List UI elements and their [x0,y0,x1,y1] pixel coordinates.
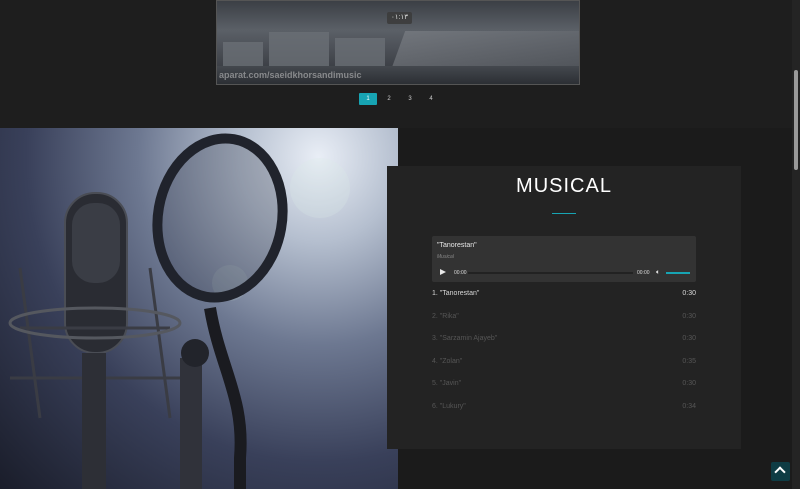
title-underline [552,213,576,214]
page-button-3[interactable]: 3 [401,93,419,105]
track-list: 1. "Tanorestan" 0:30 2. "Rika" 0:30 3. "… [432,287,696,422]
track-name: 4. "Zolan" [432,357,463,365]
page-button-4[interactable]: 4 [422,93,440,105]
track-item[interactable]: 6. "Lukury" 0:34 [432,400,696,423]
page: aparat.com/saeidkhorsandimusic ۰۱:۱۳ 1 2… [0,0,800,489]
track-name: 5. "Javin" [432,380,462,387]
page-button-1[interactable]: 1 [359,93,377,105]
track-item[interactable]: 1. "Tanorestan" 0:30 [432,287,696,310]
play-icon[interactable] [440,269,446,275]
scrollbar-thumb[interactable] [794,70,798,170]
volume-slider[interactable] [666,272,690,274]
track-name: 2. "Rika" [432,312,459,320]
track-duration: 0:34 [682,402,696,410]
volume-icon[interactable]: 🔈︎ [656,269,660,277]
track-item[interactable]: 2. "Rika" 0:30 [432,310,696,333]
track-item[interactable]: 4. "Zolan" 0:35 [432,355,696,378]
video-duration-badge: ۰۱:۱۳ [387,12,412,24]
microphone-photo [0,128,398,489]
audio-player: "Tanorestan" Musical 00:00 00:00 🔈︎ [432,236,696,282]
section-title: MUSICAL [516,175,612,197]
back-to-top-button[interactable] [771,462,790,481]
track-duration: 0:30 [682,335,696,342]
now-playing-title: "Tanorestan" [437,242,477,249]
page-scrollbar[interactable] [792,0,800,489]
track-name: 3. "Sarzamin Ajayeb" [432,335,498,342]
total-time: 00:00 [637,270,650,276]
page-button-2[interactable]: 2 [380,93,398,105]
now-playing-album: Musical [437,254,454,260]
track-name: 1. "Tanorestan" [432,290,480,297]
track-duration: 0:30 [682,312,696,320]
track-item[interactable]: 3. "Sarzamin Ajayeb" 0:30 [432,332,696,355]
chevron-up-icon [774,466,786,478]
seek-bar[interactable] [468,272,633,274]
track-duration: 0:35 [682,357,696,365]
track-item[interactable]: 5. "Javin" 0:30 [432,377,696,400]
video-watermark: aparat.com/saeidkhorsandimusic [219,70,362,80]
pagination: 1 2 3 4 [359,93,440,105]
microphone-illustration [8,133,350,489]
track-duration: 0:30 [682,380,696,387]
track-duration: 0:30 [682,290,696,297]
track-name: 6. "Lukury" [432,402,466,410]
current-time: 00:00 [454,270,467,276]
video-section: aparat.com/saeidkhorsandimusic ۰۱:۱۳ [0,0,792,128]
